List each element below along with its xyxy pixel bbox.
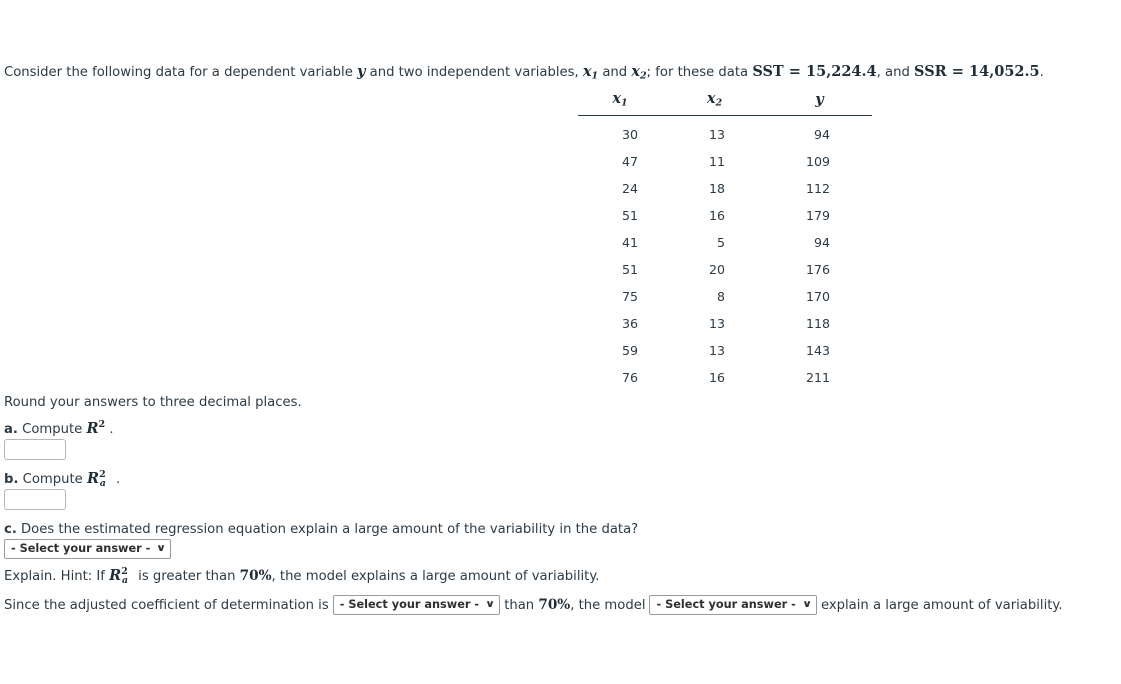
cell-y: 94 [813, 234, 830, 250]
cell-x2: 16 [708, 207, 725, 223]
cell-x1: 51 [621, 207, 638, 223]
cell-x2: 18 [708, 180, 725, 196]
table-header-row: x1 x2 y [578, 90, 872, 116]
explain-threshold: 70% [239, 568, 272, 584]
table-row: 76 16 211 [578, 364, 872, 391]
conclusion-suffix: explain a large amount of variability. [820, 598, 1063, 613]
cell-x2: 5 [716, 234, 725, 250]
conclusion-prefix: Since the adjusted coefficient of determ… [4, 598, 329, 613]
table-row: 41 5 94 [578, 229, 872, 256]
cell-y: 109 [805, 153, 830, 169]
adjusted-r-squared-symbol-hint: R2a [109, 566, 128, 586]
cell-x2: 8 [716, 288, 725, 304]
cell-x1: 59 [621, 342, 638, 358]
answer-input-a[interactable] [4, 439, 66, 460]
conclusion-mid: than [504, 598, 535, 613]
explain-mid: is greater than [133, 569, 240, 584]
table-row: 59 13 143 [578, 337, 872, 364]
question-c: c. Does the estimated regression equatio… [4, 521, 638, 538]
ssr-label: SSR [914, 63, 947, 80]
select-comparison-label: - Select your answer - [339, 598, 480, 611]
select-answer-c-label: - Select your answer - [11, 542, 151, 555]
cell-x2: 13 [708, 126, 725, 142]
cell-x1: 36 [621, 315, 638, 331]
question-c-label: c. [4, 522, 17, 537]
explain-prefix: Explain. Hint: If [4, 569, 110, 584]
cell-x1: 41 [621, 234, 638, 250]
variable-x2-inline: x2 [631, 63, 647, 82]
ssr-value: 14,052.5 [969, 63, 1040, 80]
table-row: 24 18 112 [578, 175, 872, 202]
problem-statement: Consider the following data for a depend… [4, 63, 1044, 86]
intro-text-part5: , and [876, 65, 915, 80]
cell-x1: 47 [621, 153, 638, 169]
explain-suffix: , the model explains a large amount of v… [271, 569, 600, 584]
rounding-instruction: Round your answers to three decimal plac… [4, 395, 302, 410]
intro-text-part3: and [598, 65, 632, 80]
adjusted-r-squared-symbol: R2a [87, 469, 106, 489]
cell-x2: 13 [708, 315, 725, 331]
cell-y: 112 [805, 180, 830, 196]
cell-y: 179 [805, 207, 830, 223]
cell-x1: 75 [621, 288, 638, 304]
intro-text-part2: and two independent variables, [365, 65, 583, 80]
cell-x2: 11 [708, 153, 725, 169]
data-table: x1 x2 y 30 13 94 47 11 109 24 18 112 51 … [578, 90, 872, 391]
sst-label: SST [752, 63, 784, 80]
question-a: a. Compute R2 . [4, 419, 114, 439]
cell-y: 170 [805, 288, 830, 304]
chevron-down-icon: ∨ [156, 543, 167, 554]
select-answer-c[interactable]: - Select your answer - ∨ [4, 539, 172, 559]
table-row: 47 11 109 [578, 148, 872, 175]
intro-text-part6: . [1039, 65, 1044, 80]
column-header-x1: x1 [578, 90, 662, 116]
column-header-x2: x2 [662, 90, 767, 116]
variable-x1-inline: x1 [582, 63, 599, 82]
cell-x1: 30 [621, 126, 638, 142]
sst-value: 15,224.4 [806, 63, 877, 80]
question-a-label: a. [4, 422, 18, 437]
table-row: 36 13 118 [578, 310, 872, 337]
table-body: 30 13 94 47 11 109 24 18 112 51 16 179 4… [578, 115, 872, 391]
sst-equals: = [788, 63, 801, 80]
question-a-text: Compute [22, 422, 83, 437]
answer-input-b[interactable] [4, 489, 66, 510]
table-row: 51 16 179 [578, 202, 872, 229]
question-a-period: . [109, 422, 114, 437]
select-model-does-label: - Select your answer - [656, 598, 796, 611]
conclusion-threshold: 70% [538, 597, 571, 613]
intro-text-part4: ; for these data [646, 65, 753, 80]
table-row: 75 8 170 [578, 283, 872, 310]
intro-text-part1: Consider the following data for a depend… [4, 65, 357, 80]
conclusion-sentence: Since the adjusted coefficient of determ… [4, 595, 1063, 616]
cell-x1: 51 [621, 261, 638, 277]
cell-y: 94 [813, 126, 830, 142]
table-row: 51 20 176 [578, 256, 872, 283]
ssr-equals: = [951, 63, 964, 80]
question-b-label: b. [4, 472, 19, 487]
conclusion-mid2: , the model [570, 598, 646, 613]
cell-x1: 24 [621, 180, 638, 196]
column-header-y: y [767, 90, 872, 116]
cell-y: 143 [805, 342, 830, 358]
select-comparison[interactable]: - Select your answer - ∨ [332, 595, 501, 615]
worksheet-page: Consider the following data for a depend… [0, 0, 1121, 684]
cell-x2: 16 [708, 369, 725, 385]
chevron-down-icon: ∨ [801, 599, 812, 610]
cell-y: 211 [805, 369, 830, 385]
select-model-does[interactable]: - Select your answer - ∨ [649, 595, 817, 615]
cell-x2: 20 [708, 261, 725, 277]
cell-x1: 76 [621, 369, 638, 385]
explain-hint: Explain. Hint: If R2a is greater than 70… [4, 566, 600, 586]
cell-y: 176 [805, 261, 830, 277]
chevron-down-icon: ∨ [485, 599, 496, 610]
cell-x2: 13 [708, 342, 725, 358]
table-row: 30 13 94 [578, 115, 872, 148]
question-b-text: Compute [22, 472, 83, 487]
r-squared-symbol: R2 [86, 419, 106, 437]
question-b: b. Compute R2a . [4, 469, 121, 489]
question-b-period: . [116, 472, 121, 487]
cell-y: 118 [805, 315, 830, 331]
question-c-text: Does the estimated regression equation e… [21, 522, 639, 537]
